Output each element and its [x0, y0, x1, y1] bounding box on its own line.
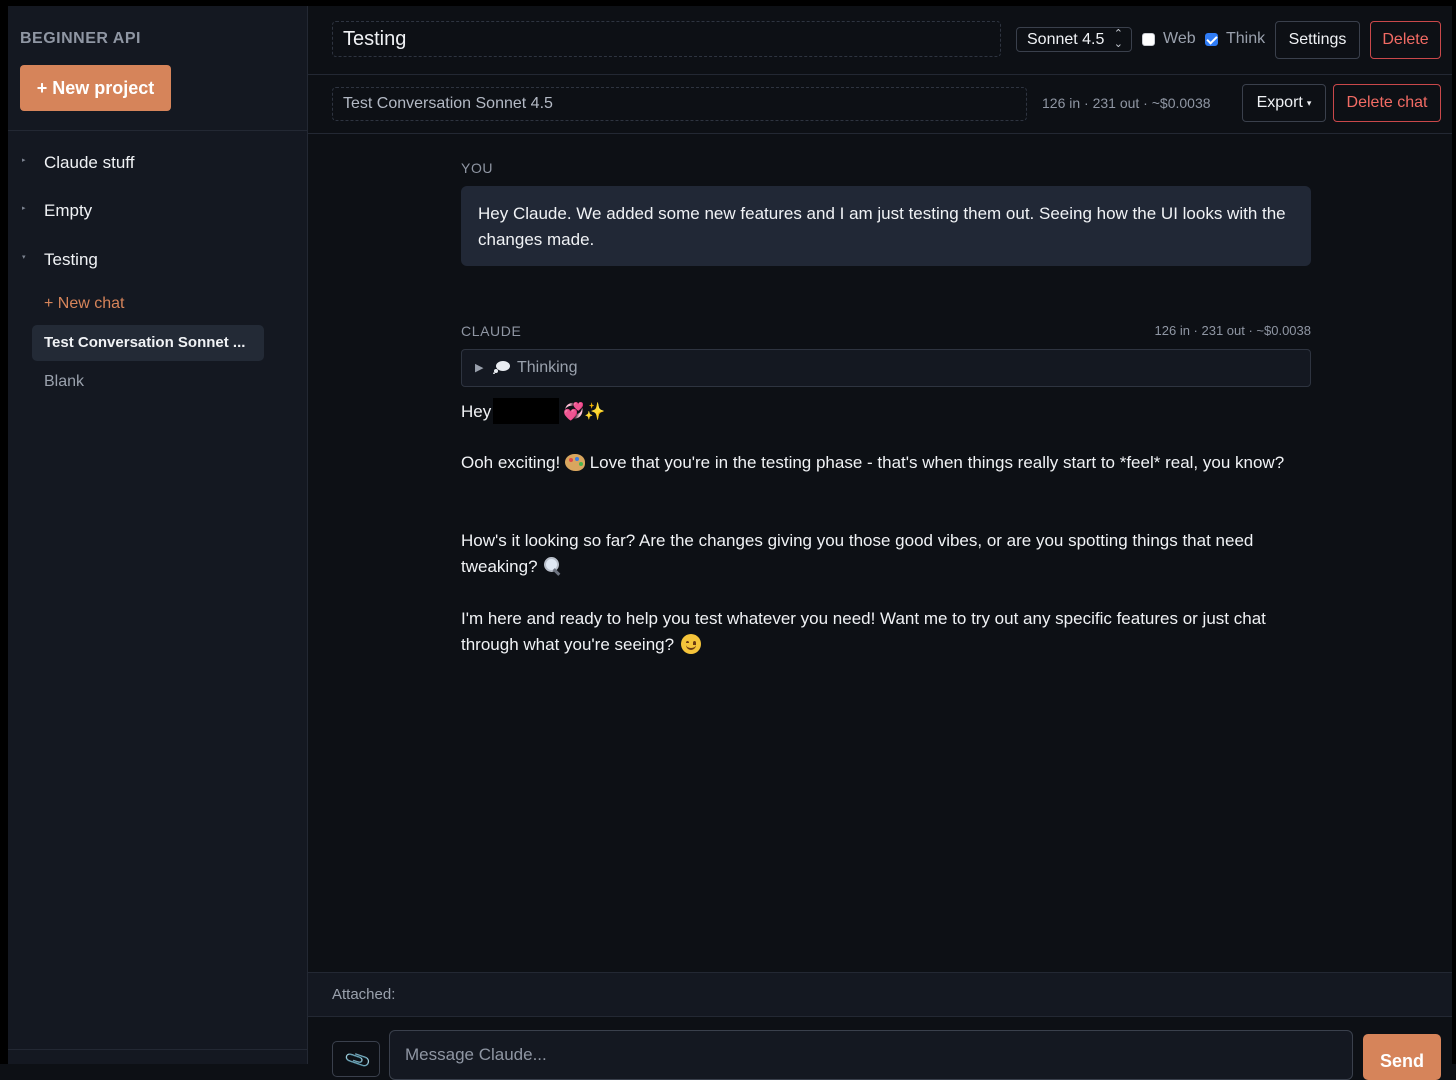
magnifying-glass-emoji-icon — [542, 556, 562, 576]
think-checkbox[interactable] — [1205, 33, 1218, 46]
caret-right-icon: ▸ — [22, 157, 26, 164]
new-project-button[interactable]: + New project — [20, 65, 171, 111]
user-role-label: YOU — [461, 160, 494, 176]
window-frame-right — [1452, 0, 1456, 1064]
paperclip-icon: 📎 — [343, 1045, 373, 1075]
greeting-text: Hey — [461, 402, 492, 421]
new-chat-link[interactable]: + New chat — [44, 295, 124, 313]
message-usage-stats: 126 in · 231 out · ~$0.0038 — [1154, 323, 1311, 338]
web-checkbox[interactable] — [1142, 33, 1155, 46]
heart-sparkle-emoji: 💞✨ — [563, 402, 606, 421]
chat-item-label: Test Conversation Sonnet ... — [44, 334, 246, 351]
export-button[interactable]: Export ▾ — [1242, 84, 1326, 122]
assistant-paragraph-2: How's it looking so far? Are the changes… — [461, 528, 1311, 580]
model-select[interactable]: Sonnet 4.5 ⌃ ⌄ — [1016, 27, 1132, 52]
caret-right-icon: ▶ — [475, 362, 484, 374]
caret-down-icon: ▾ — [22, 254, 26, 261]
attached-label: Attached: — [332, 986, 396, 1003]
sidebar-project-claude-stuff[interactable]: ▸ Claude stuff — [8, 146, 307, 180]
sidebar: BEGINNER API + New project ▸ Claude stuf… — [8, 6, 308, 1064]
user-message: Hey Claude. We added some new features a… — [461, 186, 1311, 266]
export-label: Export — [1256, 94, 1303, 111]
assistant-paragraph-3: I'm here and ready to help you test what… — [461, 606, 1311, 658]
smiling-face-emoji-icon — [680, 634, 701, 654]
chat-header: 126 in · 231 out · ~$0.0038 Export▾ Dele… — [308, 75, 1452, 134]
thinking-toggle[interactable]: ▶ Thinking — [461, 349, 1311, 387]
thought-bubble-icon — [493, 361, 510, 374]
caret-right-icon: ▸ — [22, 205, 26, 212]
project-title-input[interactable] — [332, 21, 1001, 57]
sidebar-bottom-divider — [8, 1049, 307, 1050]
sidebar-chat-item-blank[interactable]: Blank — [44, 373, 84, 391]
message-input[interactable] — [389, 1030, 1353, 1080]
palette-emoji-icon — [564, 454, 585, 471]
assistant-greeting: Hey 💞✨ — [461, 398, 1311, 425]
chevron-updown-icon: ⌃ ⌄ — [1113, 28, 1123, 50]
sidebar-project-testing[interactable]: ▾ Testing — [8, 243, 307, 277]
attachments-bar: Attached: — [308, 972, 1452, 1017]
sidebar-project-empty[interactable]: ▸ Empty — [8, 194, 307, 228]
sidebar-chat-item-active[interactable]: Test Conversation Sonnet ... — [32, 325, 264, 361]
delete-chat-button[interactable]: Delete chat — [1333, 84, 1441, 122]
caret-down-icon: ▾ — [1306, 98, 1312, 108]
paragraph-2-text: How's it looking so far? Are the changes… — [461, 531, 1254, 576]
paragraph-3-text: I'm here and ready to help you test what… — [461, 609, 1266, 654]
think-label[interactable]: Think — [1226, 30, 1265, 48]
window-frame-left — [0, 0, 8, 1064]
project-label: Claude stuff — [44, 153, 135, 172]
app-brand: BEGINNER API — [20, 30, 141, 47]
paragraph-1-rest: Love that you're in the testing phase - … — [589, 453, 1285, 472]
settings-button[interactable]: Settings — [1275, 21, 1360, 59]
project-label: Testing — [44, 250, 98, 269]
model-select-value: Sonnet 4.5 — [1027, 31, 1105, 48]
delete-project-button[interactable]: Delete — [1370, 21, 1441, 59]
chat-usage-stats: 126 in · 231 out · ~$0.0038 — [1042, 95, 1211, 111]
sidebar-divider — [8, 130, 307, 131]
redacted-name-block — [493, 398, 560, 424]
assistant-paragraph-1: Ooh exciting! Love that you're in the te… — [461, 450, 1311, 476]
thinking-label: Thinking — [517, 359, 578, 376]
paragraph-1-start: Ooh exciting! — [461, 453, 561, 472]
project-label: Empty — [44, 201, 93, 220]
send-button[interactable]: Send — [1363, 1034, 1441, 1080]
attach-file-button[interactable]: 📎 — [332, 1041, 380, 1077]
web-label[interactable]: Web — [1163, 30, 1196, 48]
assistant-role-label: CLAUDE — [461, 323, 522, 339]
chat-title-input[interactable] — [332, 87, 1027, 121]
project-header: Sonnet 4.5 ⌃⌄ Web Think Settings Delete — [308, 6, 1452, 75]
